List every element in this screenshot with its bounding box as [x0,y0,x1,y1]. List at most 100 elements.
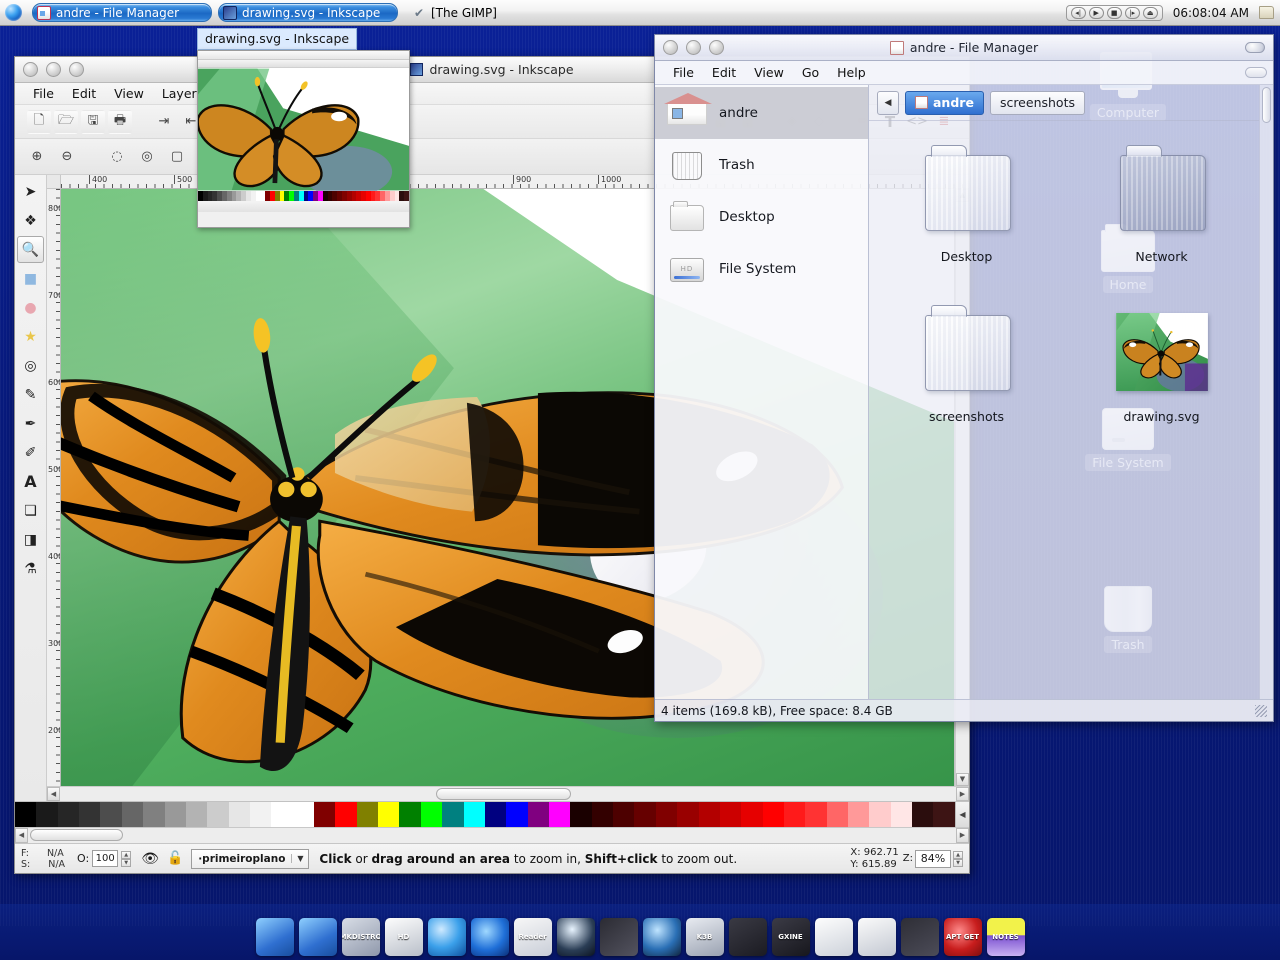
palette-swatch[interactable] [826,802,849,828]
palette-swatch[interactable] [548,802,571,828]
dock-item-mkdistro-cd[interactable]: MKDISTRO [341,918,380,956]
layer-selector[interactable]: ·primeiroplano ▼ [191,848,310,869]
media-stop-button[interactable]: ■ [1106,6,1122,19]
ellipse-tool[interactable]: ● [17,294,44,321]
palette-swatch[interactable] [591,802,614,828]
palette-scroll-left[interactable]: ◀ [15,828,28,843]
palette-swatch[interactable] [292,802,315,828]
dock-item-notes-app[interactable]: NOTES [986,918,1025,956]
palette-swatch[interactable] [741,802,763,828]
opacity-input[interactable]: 100 [92,850,119,867]
scroll-left-arrow[interactable]: ◀ [47,787,60,801]
dock-item-display-settings[interactable] [255,918,294,956]
scroll-down-arrow[interactable]: ▼ [956,773,969,786]
zoom-input[interactable]: 84% [915,849,951,868]
palette-swatch[interactable] [356,802,379,828]
selector-tool[interactable]: ➤ [17,178,44,205]
taskbar-button-inkscape[interactable]: drawing.svg - Inkscape [218,3,398,22]
fm-menu-view[interactable]: View [746,63,792,82]
menu-file[interactable]: File [25,84,62,103]
palette-swatch[interactable] [420,802,443,828]
dropper-tool[interactable]: ⚗ [17,555,44,582]
palette-swatch[interactable] [719,802,742,828]
rectangle-tool[interactable]: ■ [17,265,44,292]
file-item-network[interactable]: Network [1064,135,1259,295]
fm-menu-edit[interactable]: Edit [704,63,744,82]
fm-restore-button[interactable] [1245,42,1265,53]
palette-scroll-track[interactable] [28,828,956,843]
palette-swatch[interactable] [249,802,272,828]
palette-swatch[interactable] [378,802,400,828]
zoom-in-icon[interactable]: ⊕ [25,145,49,169]
color-palette[interactable] [15,802,955,828]
media-prev-button[interactable]: ◂| [1070,6,1086,19]
file-manager-sidebar[interactable]: andre Trash Desktop HD File System [655,85,869,699]
dock-item-hard-drive[interactable]: HD [384,918,423,956]
sidebar-item-filesystem[interactable]: HD File System [655,243,868,295]
open-document-icon[interactable]: 🗁 [54,109,78,134]
dock-item-acrobat-reader[interactable]: Reader [513,918,552,956]
palette-scrollbar[interactable]: ◀ ▶ [15,827,969,843]
tray-folder-icon[interactable] [1259,6,1274,19]
palette-swatch[interactable] [570,802,592,828]
file-icon-grid[interactable]: Desktop Network screenshots drawing.svg [869,121,1259,699]
file-manager-window[interactable]: andre - File Manager File Edit View Go H… [654,34,1274,722]
zoom-control[interactable]: Z: 84% ▲ ▼ [903,849,963,868]
file-item-desktop[interactable]: Desktop [869,135,1064,295]
palette-swatch[interactable] [613,802,635,828]
resize-grip[interactable] [1255,704,1267,717]
media-next-button[interactable]: |▸ [1124,6,1140,19]
breadcrumb-screenshots[interactable]: screenshots [989,90,1085,115]
dock-item-web-browser-globe[interactable] [427,918,466,956]
color-palette-row[interactable]: ◀ [15,801,969,828]
dock-item-paint-app[interactable] [599,918,638,956]
dock-item-spiral-app[interactable] [470,918,509,956]
palette-scroll-right[interactable]: ▶ [956,828,969,843]
zoom-page-icon[interactable]: ▢ [165,145,189,169]
palette-swatch[interactable] [848,802,870,828]
new-document-icon[interactable]: 🗋 [27,109,51,134]
sidebar-item-desktop[interactable]: Desktop [655,191,868,243]
back-arrow-icon[interactable]: ◀ [877,90,899,115]
palette-swatch[interactable] [143,802,165,828]
breadcrumb-andre[interactable]: andre [905,90,984,115]
dock[interactable]: MKDISTRO HD Reader K3B GXINE APT GET NOTES [0,904,1280,960]
palette-swatch[interactable] [36,802,58,828]
fill-stroke-indicator[interactable]: F: N/A S: N/A [21,848,71,870]
taskbar-button-file-manager[interactable]: andre - File Manager [32,3,212,22]
layer-lock-icon[interactable]: 🔓 [163,851,187,866]
palette-swatch[interactable] [399,802,421,828]
palette-swatch[interactable] [912,802,934,828]
zoom-selection-icon[interactable]: ◌ [105,145,129,169]
fm-menu-go[interactable]: Go [794,63,827,82]
dock-item-sound-speaker[interactable] [642,918,681,956]
dock-item-apt-get[interactable]: APT GET [943,918,982,956]
palette-swatch[interactable] [890,802,913,828]
connector-tool[interactable]: ❏ [17,497,44,524]
menu-edit[interactable]: Edit [64,84,104,103]
palette-swatch[interactable] [783,802,806,828]
palette-swatch[interactable] [207,802,229,828]
breadcrumb[interactable]: ◀ andre screenshots [869,85,1259,121]
sidebar-item-andre[interactable]: andre [655,87,868,139]
palette-swatch[interactable] [484,802,507,828]
inkscape-toolbox[interactable]: ➤ ❖ 🔍 ■ ● ★ ◎ ✎ ✒ ✐ A ❏ ◨ ⚗ [15,175,47,801]
palette-swatch[interactable] [527,802,549,828]
zoom-drawing-icon[interactable]: ◎ [135,145,159,169]
zoom-stepper[interactable]: ▲ ▼ [953,850,963,867]
clock[interactable]: 06:08:04 AM [1169,6,1253,20]
palette-swatch[interactable] [463,802,485,828]
palette-scroll-arrow[interactable]: ◀ [955,802,969,827]
media-eject-button[interactable]: ⏏ [1142,6,1158,19]
text-tool[interactable]: A [17,468,44,495]
file-item-screenshots[interactable]: screenshots [869,295,1064,455]
sidebar-item-trash[interactable]: Trash [655,139,868,191]
pencil-tool[interactable]: ✎ [17,381,44,408]
dock-item-camera-lens[interactable] [556,918,595,956]
palette-swatch[interactable] [271,802,293,828]
hscroll-track[interactable] [60,787,956,801]
opacity-control[interactable]: O: 100 ▲ ▼ [71,850,137,867]
system-tray[interactable]: ◂| ▶ ■ |▸ ⏏ 06:08:04 AM [1065,0,1280,26]
pen-tool[interactable]: ✒ [17,410,44,437]
print-icon[interactable]: 🖶 [108,109,132,134]
